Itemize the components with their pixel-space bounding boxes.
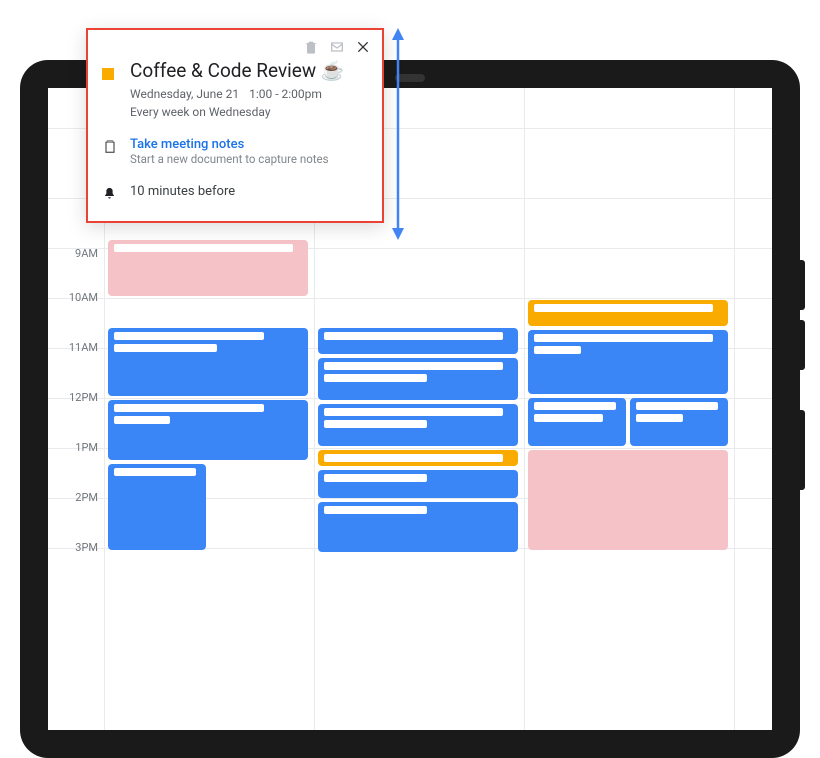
notes-icon — [102, 140, 118, 159]
calendar-event[interactable] — [318, 502, 518, 552]
time-label: 9AM — [54, 248, 98, 260]
calendar-event[interactable] — [528, 450, 728, 550]
calendar-event[interactable] — [318, 328, 518, 354]
calendar-event[interactable] — [528, 330, 728, 394]
time-label: 10AM — [54, 292, 98, 304]
calendar-event[interactable] — [630, 398, 728, 446]
tablet-button — [800, 410, 805, 490]
bell-icon — [102, 186, 117, 205]
email-icon[interactable] — [328, 38, 346, 56]
close-icon[interactable] — [354, 38, 372, 56]
take-notes-sub: Start a new document to capture notes — [130, 152, 329, 166]
event-reminder: 10 minutes before — [130, 184, 235, 205]
event-color-icon — [102, 68, 114, 80]
tablet-button — [800, 260, 805, 310]
time-label: 2PM — [54, 492, 98, 504]
calendar-event[interactable] — [528, 300, 728, 326]
tablet-camera — [395, 74, 425, 82]
time-label: 12PM — [54, 392, 98, 404]
calendar-event[interactable] — [108, 464, 206, 550]
tablet-button — [800, 320, 805, 370]
calendar-event[interactable] — [108, 328, 308, 396]
calendar-event[interactable] — [318, 358, 518, 400]
event-title: Coffee & Code Review ☕ — [130, 60, 345, 83]
time-label: 11AM — [54, 342, 98, 354]
calendar-event[interactable] — [108, 240, 308, 296]
time-label: 1PM — [54, 442, 98, 454]
event-detail-popup: Coffee & Code Review ☕ Wednesday, June 2… — [86, 28, 384, 223]
calendar-event[interactable] — [318, 470, 518, 498]
calendar-event[interactable] — [318, 450, 518, 466]
calendar-event[interactable] — [318, 404, 518, 446]
calendar-event[interactable] — [528, 398, 626, 446]
take-notes-link[interactable]: Take meeting notes — [130, 137, 329, 152]
delete-icon[interactable] — [302, 38, 320, 56]
calendar-event[interactable] — [108, 400, 308, 460]
event-recurrence: Every week on Wednesday — [130, 105, 345, 119]
event-datetime: Wednesday, June 211:00 - 2:00pm — [130, 87, 345, 101]
time-label: 3PM — [54, 542, 98, 554]
